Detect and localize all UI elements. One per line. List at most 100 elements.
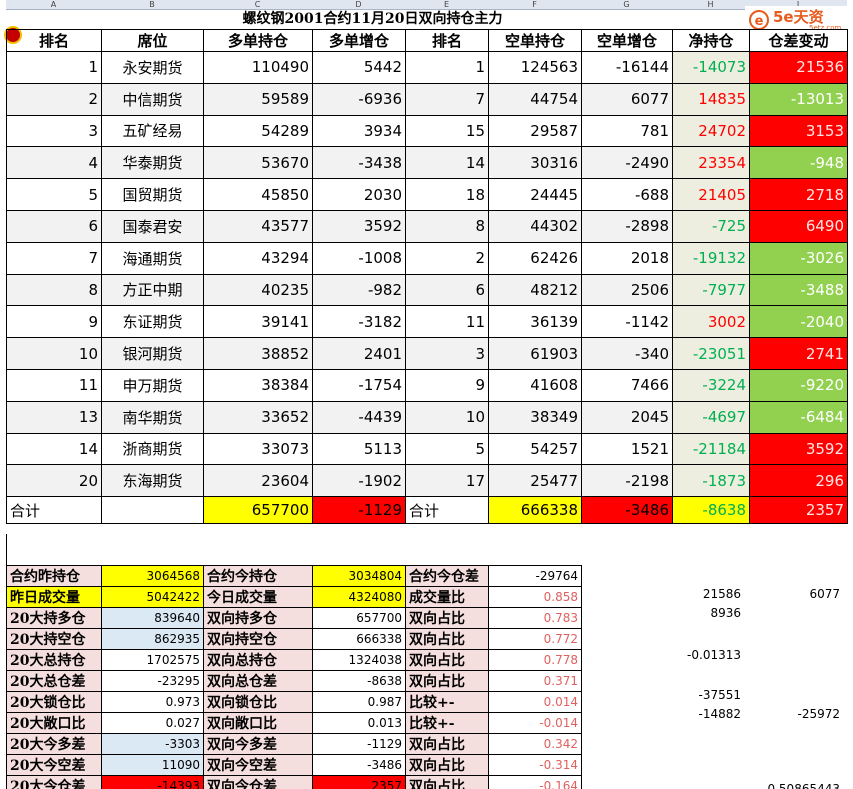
cell-short-chg[interactable]: 1521 [581,432,673,466]
cell-long-chg[interactable]: 2030 [312,178,406,211]
side-value[interactable]: -14882 [670,707,741,721]
cell-diff[interactable]: 2718 [749,178,848,211]
total-empty[interactable] [101,496,204,525]
stat-label[interactable]: 双向占比 [405,628,489,650]
cell-long[interactable]: 43577 [203,209,313,243]
stat-label[interactable]: 双向今多差 [203,733,313,755]
cell-seat[interactable]: 申万期货 [101,368,204,402]
cell-long-chg[interactable]: -6936 [312,82,406,116]
stat-label[interactable]: 双向占比 [405,670,489,692]
stat-value[interactable]: -0.164 [488,775,582,789]
cell-short[interactable]: 25477 [488,464,582,498]
cell-short-chg[interactable]: -340 [581,337,673,370]
stat-label[interactable]: 双向今仓差 [203,775,313,789]
stat-value[interactable]: -1129 [312,733,406,755]
cell-short[interactable]: 61903 [488,337,582,370]
stat-label[interactable]: 双向占比 [405,775,489,789]
stat-value[interactable]: -0.314 [488,754,582,776]
cell-seat[interactable]: 国泰君安 [101,209,204,243]
stat-label[interactable]: 20大敞口比 [6,712,102,734]
cell-long[interactable]: 38384 [203,368,313,402]
cell-long[interactable]: 43294 [203,241,313,275]
cell-net[interactable]: -19132 [672,241,750,275]
cell-short-chg[interactable]: -16144 [581,51,673,84]
cell-diff[interactable]: -13013 [749,82,848,116]
stat-value[interactable]: -8638 [312,670,406,692]
cell-diff[interactable]: -3026 [749,241,848,275]
cell-diff[interactable]: -6484 [749,400,848,434]
cell-srank[interactable]: 5 [405,432,489,466]
stat-value[interactable]: 0.371 [488,670,582,692]
cell-long-chg[interactable]: -982 [312,273,406,307]
total-diff[interactable]: 2357 [749,496,848,525]
stat-label[interactable]: 双向总持仓 [203,649,313,671]
cell-net[interactable]: 24702 [672,114,750,148]
stat-value[interactable]: 657700 [312,607,406,629]
stat-value[interactable]: 1702575 [101,649,204,671]
cell-long-chg[interactable]: -4439 [312,400,406,434]
cell-srank[interactable]: 18 [405,178,489,211]
cell-short[interactable]: 36139 [488,305,582,339]
cell-net[interactable]: -3224 [672,368,750,402]
stat-value[interactable]: 4324080 [312,586,406,608]
stat-label[interactable]: 合约今持仓 [203,565,313,587]
stat-label[interactable]: 20大今多差 [6,733,102,755]
cell-rank[interactable]: 5 [6,178,102,211]
cell-net[interactable]: 3002 [672,305,750,339]
total-net[interactable]: -8638 [672,496,750,525]
stat-value[interactable]: 0.342 [488,733,582,755]
cell-short-chg[interactable]: 7466 [581,368,673,402]
side-value[interactable]: -0.01313 [670,648,741,662]
cell-short[interactable]: 30316 [488,146,582,180]
stat-value[interactable]: 0.987 [312,691,406,713]
cell-short-chg[interactable]: -2198 [581,464,673,498]
total-short[interactable]: 666338 [488,496,582,525]
cell-long[interactable]: 40235 [203,273,313,307]
stat-value[interactable]: 0.027 [101,712,204,734]
cell-long[interactable]: 33652 [203,400,313,434]
side-value[interactable]: 8936 [670,606,741,620]
stat-value[interactable]: 0.973 [101,691,204,713]
cell-seat[interactable]: 东海期货 [101,464,204,498]
cell-rank[interactable]: 9 [6,305,102,339]
cell-long-chg[interactable]: -1902 [312,464,406,498]
stat-value[interactable]: -14393 [101,775,204,789]
total-label2[interactable]: 合计 [405,496,489,525]
cell-net[interactable]: 14835 [672,82,750,116]
cell-diff[interactable]: -9220 [749,368,848,402]
cell-long-chg[interactable]: -1754 [312,368,406,402]
stat-value[interactable]: 3064568 [101,565,204,587]
cell-net[interactable]: -14073 [672,51,750,84]
cell-long-chg[interactable]: -1008 [312,241,406,275]
cell-rank[interactable]: 3 [6,114,102,148]
cell-long[interactable]: 23604 [203,464,313,498]
cell-srank[interactable]: 17 [405,464,489,498]
cell-short-chg[interactable]: -688 [581,178,673,211]
stat-label[interactable]: 20大持多仓 [6,607,102,629]
cell-seat[interactable]: 东证期货 [101,305,204,339]
cell-srank[interactable]: 1 [405,51,489,84]
cell-diff[interactable]: 6490 [749,209,848,243]
cell-seat[interactable]: 南华期货 [101,400,204,434]
cell-srank[interactable]: 14 [405,146,489,180]
cell-srank[interactable]: 3 [405,337,489,370]
cell-diff[interactable]: 3153 [749,114,848,148]
cell-net[interactable]: -21184 [672,432,750,466]
cell-short[interactable]: 41608 [488,368,582,402]
stat-label[interactable]: 双向占比 [405,754,489,776]
stat-value[interactable]: 0.013 [312,712,406,734]
total-long[interactable]: 657700 [203,496,313,525]
stat-value[interactable]: 11090 [101,754,204,776]
stat-value[interactable]: 0.014 [488,691,582,713]
stat-label[interactable]: 20大锁仓比 [6,691,102,713]
cell-long[interactable]: 59589 [203,82,313,116]
cell-seat[interactable]: 中信期货 [101,82,204,116]
side-value[interactable]: 0.50865443 [746,782,840,789]
side-value[interactable]: 6077 [746,587,840,601]
stat-label[interactable]: 20大总仓差 [6,670,102,692]
cell-seat[interactable]: 永安期货 [101,51,204,84]
stat-value[interactable]: 862935 [101,628,204,650]
stat-value[interactable]: 0.778 [488,649,582,671]
cell-net[interactable]: -725 [672,209,750,243]
cell-srank[interactable]: 6 [405,273,489,307]
